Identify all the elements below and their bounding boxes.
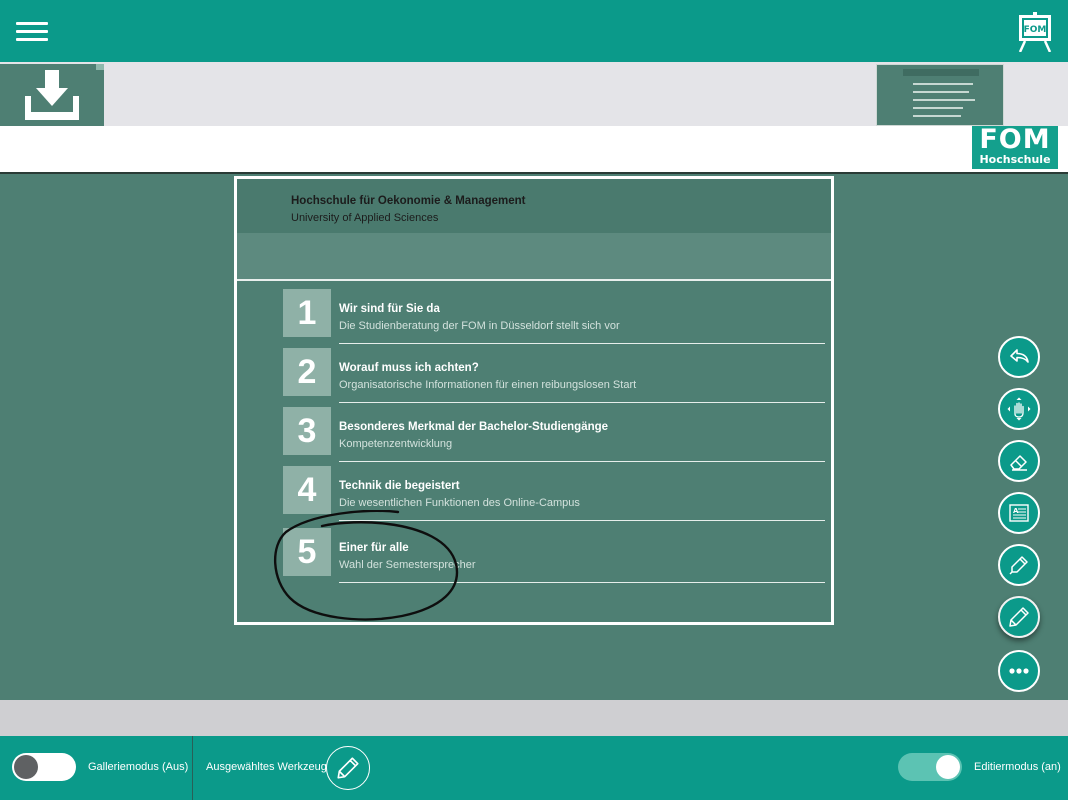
agenda-number: 4 xyxy=(283,466,331,514)
text-tool-button[interactable]: A xyxy=(998,492,1040,534)
agenda-item-1: 1 Wir sind für Sie da Die Studienberatun… xyxy=(283,289,825,344)
agenda-subtitle: Wahl der Semestersprecher xyxy=(339,559,476,571)
svg-text:FOM: FOM xyxy=(1024,25,1047,35)
download-thumbnail[interactable] xyxy=(0,64,104,126)
agenda-divider xyxy=(339,402,825,403)
agenda-number: 5 xyxy=(283,528,331,576)
presentation-slide[interactable]: Hochschule für Oekonomie & Management Un… xyxy=(234,176,834,625)
logo-brand: FOM xyxy=(979,124,1051,155)
toggle-knob xyxy=(14,755,38,779)
undo-button[interactable] xyxy=(998,336,1040,378)
slide-title-band xyxy=(237,233,831,281)
whiteboard-icon[interactable]: FOM xyxy=(1016,12,1054,53)
selected-tool-button[interactable] xyxy=(326,746,370,790)
download-icon xyxy=(25,70,79,120)
agenda-divider xyxy=(339,582,825,583)
page-thumbnail-strip xyxy=(0,62,1068,126)
gallery-mode-toggle[interactable] xyxy=(12,753,76,781)
agenda-item-4: 4 Technik die begeistert Die wesentliche… xyxy=(283,466,825,521)
edit-mode-toggle[interactable] xyxy=(898,753,962,781)
selected-tool-label: Ausgewähltes Werkzeug xyxy=(206,761,327,773)
agenda-title: Worauf muss ich achten? xyxy=(339,362,479,374)
bottom-toolbar: Galleriemodus (Aus) Ausgewähltes Werkzeu… xyxy=(0,736,1068,800)
status-band xyxy=(0,700,1068,736)
eraser-button[interactable] xyxy=(998,440,1040,482)
edit-mode-label: Editiermodus (an) xyxy=(974,761,1061,773)
gallery-mode-label: Galleriemodus (Aus) xyxy=(88,761,189,773)
slide-thumbnail[interactable] xyxy=(876,64,1004,126)
drawing-canvas[interactable]: Hochschule für Oekonomie & Management Un… xyxy=(0,176,1068,700)
agenda-title: Technik die begeistert xyxy=(339,480,460,492)
undo-icon xyxy=(1010,349,1029,363)
agenda-number: 3 xyxy=(283,407,331,455)
agenda-divider xyxy=(339,343,825,344)
agenda-title: Einer für alle xyxy=(339,542,409,554)
more-icon xyxy=(1009,668,1029,674)
header-logo-bar: FOM Hochschule xyxy=(0,126,1068,174)
move-hand-icon xyxy=(1007,397,1031,421)
school-name: Hochschule für Oekonomie & Management xyxy=(291,195,526,207)
agenda-title: Wir sind für Sie da xyxy=(339,303,440,315)
toolbar-divider xyxy=(192,736,193,800)
fom-logo: FOM Hochschule xyxy=(972,126,1058,169)
highlighter-icon xyxy=(1009,556,1028,575)
more-button[interactable] xyxy=(998,650,1040,692)
toggle-knob xyxy=(936,755,960,779)
svg-text:A: A xyxy=(1013,507,1019,515)
eraser-icon xyxy=(1010,455,1027,471)
agenda-subtitle: Die wesentlichen Funktionen des Online-C… xyxy=(339,497,580,509)
pen-icon xyxy=(1009,607,1029,627)
menu-icon[interactable] xyxy=(16,22,48,42)
agenda-item-3: 3 Besonderes Merkmal der Bachelor-Studie… xyxy=(283,407,825,462)
agenda-divider xyxy=(339,520,825,521)
school-subtitle: University of Applied Sciences xyxy=(291,212,439,224)
move-tool-button[interactable] xyxy=(998,388,1040,430)
agenda-title: Besonderes Merkmal der Bachelor-Studieng… xyxy=(339,421,609,433)
text-box-icon: A xyxy=(1009,504,1029,522)
agenda-item-5: 5 Einer für alle Wahl der Semestersprech… xyxy=(283,528,825,583)
agenda-item-2: 2 Worauf muss ich achten? Organisatorisc… xyxy=(283,348,825,403)
top-bar: FOM xyxy=(0,0,1068,62)
agenda-number: 1 xyxy=(283,289,331,337)
agenda-number: 2 xyxy=(283,348,331,396)
logo-subtitle: Hochschule xyxy=(979,153,1051,166)
agenda-subtitle: Kompetenzentwicklung xyxy=(339,438,453,450)
agenda-divider xyxy=(339,461,825,462)
pen-icon xyxy=(337,757,359,779)
agenda-subtitle: Die Studienberatung der FOM in Düsseldor… xyxy=(339,320,620,332)
highlighter-button[interactable] xyxy=(998,544,1040,586)
agenda-subtitle: Organisatorische Informationen für einen… xyxy=(339,379,637,391)
slide-header: Hochschule für Oekonomie & Management Un… xyxy=(237,179,831,233)
pen-button[interactable] xyxy=(998,596,1040,638)
